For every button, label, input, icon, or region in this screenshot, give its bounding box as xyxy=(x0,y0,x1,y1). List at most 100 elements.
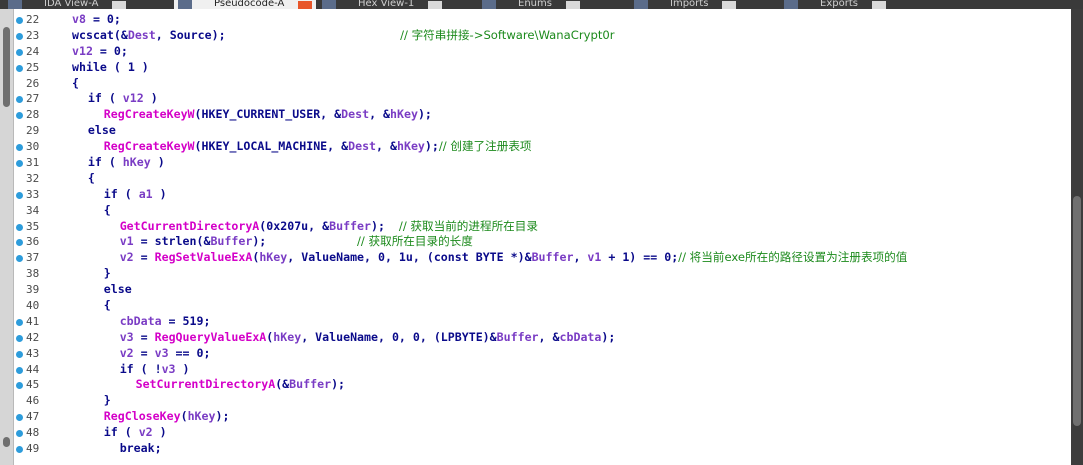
breakpoint-dot-icon[interactable] xyxy=(16,48,23,56)
breakpoint-dot-icon[interactable] xyxy=(16,64,23,72)
variable-token[interactable]: v3 xyxy=(162,362,176,376)
breakpoint-dot-icon[interactable] xyxy=(16,382,23,390)
close-icon[interactable] xyxy=(428,1,443,9)
function-token[interactable]: RegCloseKey xyxy=(104,409,181,423)
function-token[interactable]: RegCreateKeyW xyxy=(104,139,195,153)
breakpoint-dot-icon[interactable] xyxy=(16,430,23,438)
code-line[interactable]: 29 else xyxy=(14,123,1069,139)
variable-token[interactable]: v3 xyxy=(155,346,169,360)
breakpoint-dot-icon[interactable] xyxy=(16,446,23,454)
code-line[interactable]: 39 else xyxy=(14,282,1069,298)
code-line[interactable]: 36 v1 = strlen(&Buffer); // 获取所在目录的长度 xyxy=(14,234,1069,250)
function-token[interactable]: SetCurrentDirectoryA xyxy=(136,377,276,391)
breakpoint-dot-icon[interactable] xyxy=(16,223,23,231)
variable-token[interactable]: Buffer xyxy=(210,234,252,248)
variable-token[interactable]: v2 xyxy=(120,346,134,360)
breakpoint-dot-icon[interactable] xyxy=(16,144,23,152)
code-line[interactable]: 44 if ( !v3 ) xyxy=(14,362,1069,378)
function-token[interactable]: RegSetValueExA xyxy=(155,250,253,264)
variable-token[interactable]: v3 xyxy=(120,330,134,344)
code-line[interactable]: 33 if ( a1 ) xyxy=(14,187,1069,203)
code-line[interactable]: 30 RegCreateKeyW(HKEY_LOCAL_MACHINE, &Des… xyxy=(14,139,1069,155)
variable-token[interactable]: hKey xyxy=(390,107,418,121)
code-line[interactable]: 45 SetCurrentDirectoryA(&Buffer); xyxy=(14,377,1069,393)
variable-token[interactable]: v1 xyxy=(587,250,601,264)
tab-ida-view-a[interactable]: IDA View-A xyxy=(8,0,127,9)
close-icon[interactable] xyxy=(565,1,580,9)
variable-token[interactable]: v12 xyxy=(123,91,144,105)
breakpoint-dot-icon[interactable] xyxy=(16,318,23,326)
breakpoint-dot-icon[interactable] xyxy=(16,414,23,422)
variable-token[interactable]: hKey xyxy=(188,409,216,423)
variable-token[interactable]: a1 xyxy=(139,187,153,201)
code-line[interactable]: 37 v2 = RegSetValueExA(hKey, ValueName, 0… xyxy=(14,250,1069,266)
function-token[interactable]: GetCurrentDirectoryA xyxy=(120,219,260,233)
code-line[interactable]: 26 { xyxy=(14,76,1069,92)
breakpoint-dot-icon[interactable] xyxy=(16,334,23,342)
breakpoint-dot-icon[interactable] xyxy=(16,239,23,247)
variable-token[interactable]: hKey xyxy=(259,250,287,264)
code-line[interactable]: 32 { xyxy=(14,171,1069,187)
code-line[interactable]: 35 GetCurrentDirectoryA(0x207u, &Buffer);… xyxy=(14,219,1069,235)
variable-token[interactable]: Buffer xyxy=(329,219,371,233)
variable-token[interactable]: v8 xyxy=(72,12,86,26)
breakpoint-dot-icon[interactable] xyxy=(16,366,23,374)
variable-token[interactable]: Buffer xyxy=(497,330,539,344)
tab-enums[interactable]: Enums xyxy=(482,0,580,9)
code-line[interactable]: 41 cbData = 519; xyxy=(14,314,1069,330)
vertical-scrollbar[interactable] xyxy=(1071,9,1083,465)
code-line[interactable]: 38} xyxy=(14,266,1069,282)
tab-hex-view-1[interactable]: Hex View-1 xyxy=(322,0,443,9)
close-icon[interactable] xyxy=(722,1,737,9)
gutter-scroll-thumb[interactable] xyxy=(3,27,10,107)
tab-imports[interactable]: Imports xyxy=(634,0,737,9)
variable-token[interactable]: Buffer xyxy=(289,377,331,391)
variable-token[interactable]: hKey xyxy=(397,139,425,153)
variable-token[interactable]: v2 xyxy=(139,425,153,439)
left-gutter-strip[interactable] xyxy=(0,9,14,465)
variable-token[interactable]: Dest xyxy=(348,139,376,153)
function-token[interactable]: RegQueryValueExA xyxy=(155,330,267,344)
code-line[interactable]: 43 v2 = v3 == 0; xyxy=(14,346,1069,362)
function-token[interactable]: RegCreateKeyW xyxy=(104,107,195,121)
breakpoint-dot-icon[interactable] xyxy=(16,160,23,168)
code-line[interactable]: 49 break; xyxy=(14,441,1069,457)
code-line[interactable]: 34 { xyxy=(14,203,1069,219)
close-icon[interactable] xyxy=(298,1,313,9)
scrollbar-thumb[interactable] xyxy=(1073,196,1081,426)
code-line[interactable]: 47 RegCloseKey(hKey); xyxy=(14,409,1069,425)
code-line[interactable]: 22 v8 = 0; xyxy=(14,12,1069,28)
code-line[interactable]: 48 if ( v2 ) xyxy=(14,425,1069,441)
code-line[interactable]: 27 if ( v12 ) xyxy=(14,91,1069,107)
code-line[interactable]: 25 while ( 1 ) xyxy=(14,60,1069,76)
variable-token[interactable]: Dest xyxy=(341,107,369,121)
code-line[interactable]: 23 wcscat(&Dest, Source); // 字符串拼接->Softw… xyxy=(14,28,1069,44)
variable-token[interactable]: hKey xyxy=(273,330,301,344)
code-line[interactable]: 31 if ( hKey ) xyxy=(14,155,1069,171)
close-icon[interactable] xyxy=(112,1,127,9)
code-line[interactable]: 46} xyxy=(14,393,1069,409)
code-line[interactable]: 24 v12 = 0; xyxy=(14,44,1069,60)
breakpoint-dot-icon[interactable] xyxy=(16,32,23,40)
breakpoint-dot-icon[interactable] xyxy=(16,17,23,24)
code-line[interactable]: 42 v3 = RegQueryValueExA(hKey, ValueName,… xyxy=(14,330,1069,346)
tab-exports[interactable]: Exports xyxy=(784,0,886,9)
breakpoint-dot-icon[interactable] xyxy=(16,96,23,104)
variable-token[interactable]: v2 xyxy=(120,250,134,264)
pseudocode-editor[interactable]: 22 v8 = 0; 23 wcscat(&Dest, Source); // 字符串… xyxy=(14,12,1069,462)
breakpoint-dot-icon[interactable] xyxy=(16,112,23,120)
tab-pseudocode-a[interactable]: Pseudocode-A xyxy=(174,0,317,9)
close-icon[interactable] xyxy=(871,1,886,9)
breakpoint-dot-icon[interactable] xyxy=(16,255,23,263)
variable-token[interactable]: v1 xyxy=(120,234,134,248)
variable-token[interactable]: Dest xyxy=(128,28,156,42)
variable-token[interactable]: v12 xyxy=(72,44,93,58)
breakpoint-dot-icon[interactable] xyxy=(16,191,23,199)
breakpoint-dot-icon[interactable] xyxy=(16,350,23,358)
variable-token[interactable]: cbData xyxy=(560,330,602,344)
code-line[interactable]: 28 RegCreateKeyW(HKEY_CURRENT_USER, &Dest… xyxy=(14,107,1069,123)
code-line[interactable]: 40 { xyxy=(14,298,1069,314)
variable-token[interactable]: cbData xyxy=(120,314,162,328)
variable-token[interactable]: hKey xyxy=(123,155,151,169)
variable-token[interactable]: Buffer xyxy=(532,250,574,264)
